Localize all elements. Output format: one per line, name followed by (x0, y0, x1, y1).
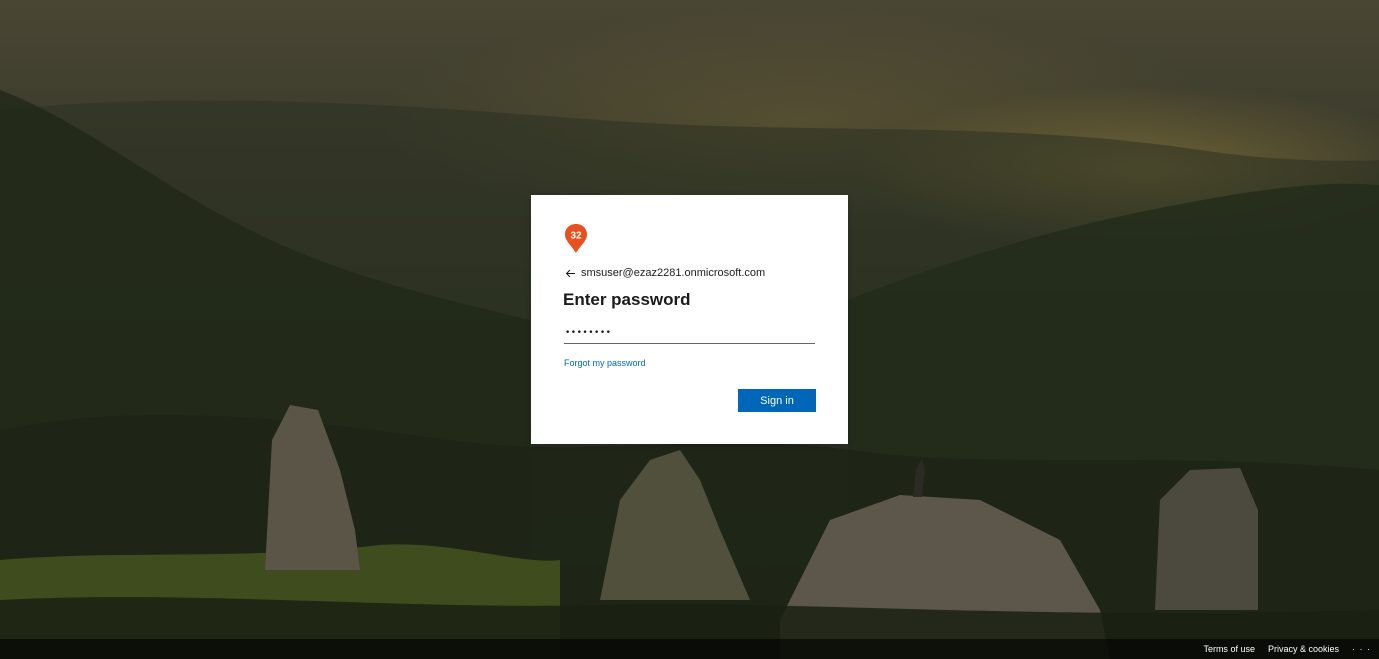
more-options-button[interactable]: · · · (1352, 644, 1371, 654)
map-pin-icon: 32 (564, 224, 588, 254)
sign-in-button[interactable]: Sign in (738, 389, 816, 412)
terms-of-use-link[interactable]: Terms of use (1203, 644, 1255, 654)
logo-badge-text: 32 (570, 231, 582, 242)
privacy-cookies-link[interactable]: Privacy & cookies (1268, 644, 1339, 654)
account-identity: smsuser@ezaz2281.onmicrosoft.com (565, 265, 765, 281)
forgot-password-link[interactable]: Forgot my password (564, 358, 646, 368)
arrow-left-icon[interactable] (565, 268, 576, 279)
sign-in-card: 32 smsuser@ezaz2281.onmicrosoft.com Ente… (531, 195, 848, 444)
footer: Terms of use Privacy & cookies · · · (0, 639, 1379, 659)
password-field[interactable] (564, 323, 815, 344)
page-title: Enter password (563, 290, 691, 309)
account-email: smsuser@ezaz2281.onmicrosoft.com (581, 267, 766, 279)
